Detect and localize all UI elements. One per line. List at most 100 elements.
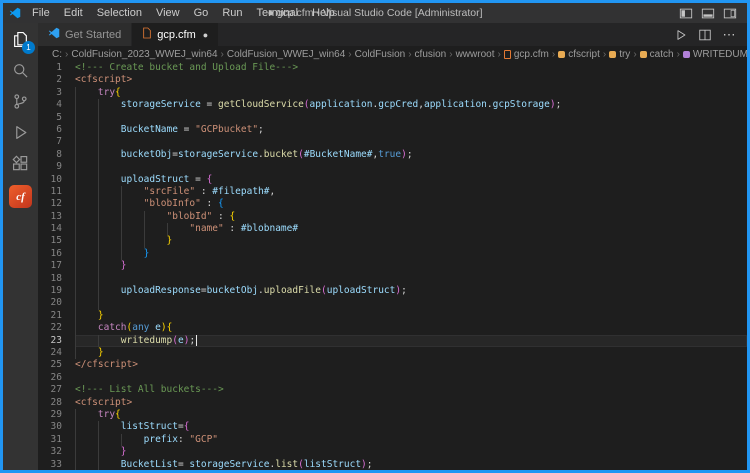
- breadcrumb-item[interactable]: cfscript: [558, 49, 600, 60]
- line-number[interactable]: 1: [38, 62, 62, 74]
- line-number[interactable]: 17: [38, 260, 62, 272]
- line-number[interactable]: 30: [38, 421, 62, 433]
- code-line[interactable]: 1<!--- Create bucket and Upload File--->: [38, 62, 747, 74]
- code-line[interactable]: 24}: [38, 347, 747, 359]
- line-number[interactable]: 8: [38, 149, 62, 161]
- line-number[interactable]: 27: [38, 384, 62, 396]
- code-line[interactable]: 27<!--- List All buckets--->: [38, 384, 747, 396]
- activity-explorer-button[interactable]: 1: [3, 26, 38, 57]
- activity-source-control-button[interactable]: [3, 88, 38, 119]
- code-line[interactable]: 8bucketObj=storageService.bucket(#Bucket…: [38, 149, 747, 161]
- more-actions-button[interactable]: ⋯: [721, 27, 737, 43]
- line-number[interactable]: 5: [38, 112, 62, 124]
- toggle-primary-sidebar-icon[interactable]: [677, 5, 695, 21]
- line-number[interactable]: 9: [38, 161, 62, 173]
- menu-help[interactable]: Help: [305, 3, 342, 23]
- line-number[interactable]: 21: [38, 310, 62, 322]
- breadcrumb-item[interactable]: cfusion: [415, 49, 447, 60]
- code-line[interactable]: 12"blobInfo" : {: [38, 198, 747, 210]
- breadcrumb-item[interactable]: ColdFusion_WWEJ_win64: [227, 49, 345, 60]
- line-number[interactable]: 19: [38, 285, 62, 297]
- toggle-panel-icon[interactable]: [699, 5, 717, 21]
- line-number[interactable]: 29: [38, 409, 62, 421]
- menu-edit[interactable]: Edit: [57, 3, 90, 23]
- toggle-secondary-sidebar-icon[interactable]: [721, 5, 739, 21]
- code-line[interactable]: 28<cfscript>: [38, 397, 747, 409]
- line-number[interactable]: 2: [38, 74, 62, 86]
- line-number[interactable]: 28: [38, 397, 62, 409]
- code-line[interactable]: 15}: [38, 235, 747, 247]
- code-line[interactable]: 25</cfscript>: [38, 359, 747, 371]
- breadcrumb-item[interactable]: gcp.cfm: [504, 49, 549, 60]
- code-line[interactable]: 29try{: [38, 409, 747, 421]
- run-file-button[interactable]: [673, 27, 689, 43]
- code-line[interactable]: 11"srcFile" : #filepath#,: [38, 186, 747, 198]
- menu-file[interactable]: File: [25, 3, 57, 23]
- menu-terminal[interactable]: Terminal: [250, 3, 306, 23]
- code-line[interactable]: 23writedump(e);: [38, 335, 747, 347]
- breadcrumb-item[interactable]: wwwroot: [456, 49, 495, 60]
- line-number[interactable]: 15: [38, 235, 62, 247]
- breadcrumb-item[interactable]: ColdFusion: [355, 49, 406, 60]
- breadcrumb-item[interactable]: C:: [52, 49, 62, 60]
- code-line[interactable]: 19uploadResponse=bucketObj.uploadFile(up…: [38, 285, 747, 297]
- breadcrumb-item[interactable]: WRITEDUMP: [683, 49, 747, 60]
- line-number[interactable]: 26: [38, 372, 62, 384]
- activity-coldfusion-button[interactable]: cf: [3, 181, 38, 212]
- activity-run-debug-button[interactable]: [3, 119, 38, 150]
- code-line[interactable]: 22catch(any e){: [38, 322, 747, 334]
- breadcrumb-item[interactable]: try: [609, 49, 630, 60]
- menu-selection[interactable]: Selection: [90, 3, 149, 23]
- tab-get-started[interactable]: Get Started: [38, 23, 132, 46]
- menu-view[interactable]: View: [149, 3, 187, 23]
- code-line[interactable]: 20: [38, 297, 747, 309]
- split-editor-button[interactable]: [697, 27, 713, 43]
- line-number[interactable]: 3: [38, 87, 62, 99]
- line-number[interactable]: 12: [38, 198, 62, 210]
- line-number[interactable]: 32: [38, 446, 62, 458]
- code-line[interactable]: 16}: [38, 248, 747, 260]
- line-number[interactable]: 16: [38, 248, 62, 260]
- code-line[interactable]: 3try{: [38, 87, 747, 99]
- line-number[interactable]: 14: [38, 223, 62, 235]
- line-number[interactable]: 11: [38, 186, 62, 198]
- breadcrumb-item[interactable]: catch: [640, 49, 674, 60]
- code-line[interactable]: 5: [38, 112, 747, 124]
- code-line[interactable]: 4storageService = getCloudService(applic…: [38, 99, 747, 111]
- code-line[interactable]: 9: [38, 161, 747, 173]
- breadcrumb-item[interactable]: ColdFusion_2023_WWEJ_win64: [71, 49, 217, 60]
- line-number[interactable]: 4: [38, 99, 62, 111]
- activity-extensions-button[interactable]: [3, 150, 38, 181]
- code-line[interactable]: 7: [38, 136, 747, 148]
- code-line[interactable]: 10uploadStruct = {: [38, 174, 747, 186]
- line-number[interactable]: 10: [38, 174, 62, 186]
- code-line[interactable]: 31prefix: "GCP": [38, 434, 747, 446]
- menu-run[interactable]: Run: [215, 3, 249, 23]
- line-number[interactable]: 20: [38, 297, 62, 309]
- activity-search-button[interactable]: [3, 57, 38, 88]
- line-number[interactable]: 18: [38, 273, 62, 285]
- code-line[interactable]: 21}: [38, 310, 747, 322]
- unsaved-changes-dot[interactable]: ●: [203, 30, 208, 40]
- line-number[interactable]: 7: [38, 136, 62, 148]
- line-number[interactable]: 25: [38, 359, 62, 371]
- code-line[interactable]: 18: [38, 273, 747, 285]
- code-line[interactable]: 6BucketName = "GCPbucket";: [38, 124, 747, 136]
- code-line[interactable]: 26: [38, 372, 747, 384]
- line-number[interactable]: 24: [38, 347, 62, 359]
- line-number[interactable]: 6: [38, 124, 62, 136]
- line-number[interactable]: 22: [38, 322, 62, 334]
- code-line[interactable]: 32}: [38, 446, 747, 458]
- code-editor[interactable]: 1<!--- Create bucket and Upload File--->…: [38, 62, 747, 470]
- menu-go[interactable]: Go: [187, 3, 216, 23]
- code-line[interactable]: 14"name" : #blobname#: [38, 223, 747, 235]
- code-line[interactable]: 13"blobId" : {: [38, 211, 747, 223]
- tab-gcp-cfm[interactable]: gcp.cfm ●: [132, 23, 219, 46]
- code-line[interactable]: 33BucketList= storageService.list(listSt…: [38, 459, 747, 471]
- code-line[interactable]: 2<cfscript>: [38, 74, 747, 86]
- line-number[interactable]: 23: [38, 335, 62, 347]
- code-line[interactable]: 17}: [38, 260, 747, 272]
- code-line[interactable]: 30listStruct={: [38, 421, 747, 433]
- line-number[interactable]: 31: [38, 434, 62, 446]
- line-number[interactable]: 33: [38, 459, 62, 471]
